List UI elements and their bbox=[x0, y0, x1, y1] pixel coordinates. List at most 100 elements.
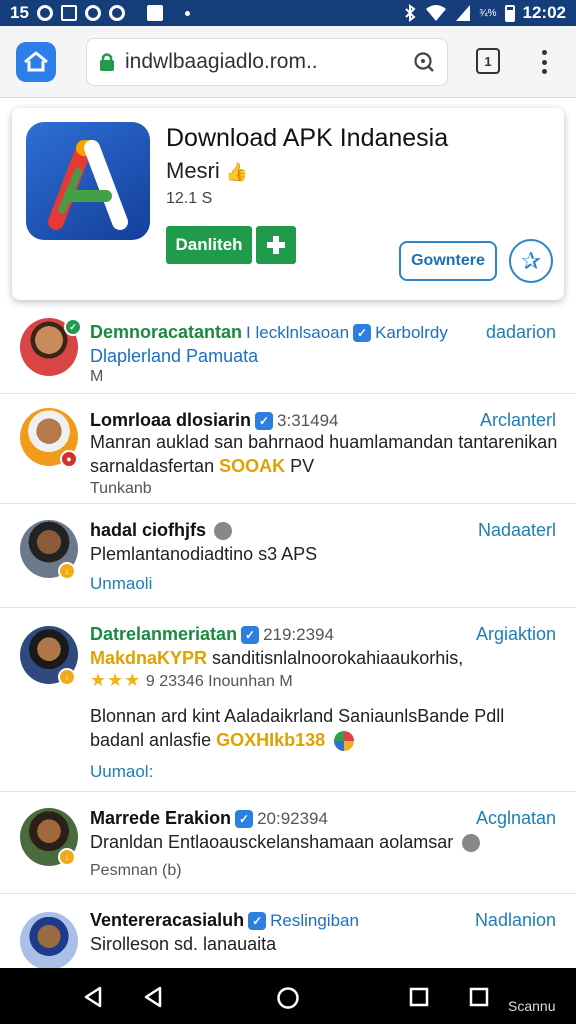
list-item[interactable]: ↓ Datrelanmeriatan ✓ 219:2394 Argiaktion… bbox=[0, 608, 576, 792]
comment-text-2: Blonnan ard kint Aaladaikrland Saniaunls… bbox=[90, 706, 505, 726]
menu-dot-icon bbox=[541, 59, 547, 65]
download-button[interactable]: Danliteh bbox=[166, 226, 252, 264]
badge-icon: ↓ bbox=[58, 668, 76, 686]
comment-highlight: MakdnaKYPR bbox=[90, 648, 208, 668]
comment-text-part: PV bbox=[290, 456, 315, 476]
comment-action[interactable]: Arclanterl bbox=[480, 410, 556, 431]
comment-author[interactable]: hadal ciofhjfs bbox=[90, 520, 206, 541]
battery-percent: ¾% bbox=[479, 7, 497, 19]
comment-highlight: GOXHIkb138 bbox=[216, 730, 326, 750]
thumbs-up-icon: 👍 bbox=[225, 162, 249, 182]
back-icon[interactable] bbox=[142, 986, 164, 1008]
sync-icon bbox=[108, 5, 125, 21]
comment-author[interactable]: Datrelanmeriatan bbox=[90, 624, 237, 645]
plus-icon bbox=[267, 236, 285, 254]
comment-author[interactable]: Marrede Erakion bbox=[90, 808, 231, 829]
comment-text: Dlaplerland Pamuata bbox=[90, 346, 259, 366]
emoji-icon bbox=[334, 731, 355, 752]
comment-text-part: sarnaldasfertan bbox=[90, 456, 215, 476]
comment-text: Plemlantanodiadtino s3 APS bbox=[90, 544, 318, 564]
comment-author[interactable]: Ventereracasialuh bbox=[90, 910, 244, 931]
comment-header: Marrede Erakion ✓ 20:92394 bbox=[90, 808, 328, 829]
status-left-text: 15 bbox=[10, 3, 29, 22]
comment-author[interactable]: Lomrloaa dlosiarin bbox=[90, 410, 251, 431]
comment-feed[interactable]: ✓ Demnoracatantan I lecklnlsaoan ✓ Karbo… bbox=[0, 310, 576, 968]
verified-icon: ✓ bbox=[255, 411, 274, 430]
nav-label: Scannu bbox=[508, 998, 556, 1014]
read-more-link[interactable]: Uumaol: bbox=[90, 762, 153, 782]
comment-meta-secondary: Karbolrdy bbox=[375, 322, 448, 342]
verified-icon: ✓ bbox=[353, 323, 372, 342]
list-item[interactable]: ↓ hadal ciofhjfs Nadaaterl Plemlantanodi… bbox=[0, 504, 576, 608]
notification-icon bbox=[36, 5, 53, 21]
tabs-button[interactable]: 1 bbox=[476, 48, 500, 74]
star-icon: ✰ bbox=[520, 247, 542, 275]
app-size: 12.1 S bbox=[166, 190, 213, 207]
favorite-button[interactable]: ✰ bbox=[509, 239, 553, 283]
url-text[interactable]: indwlbaagiadlo.rom.. bbox=[125, 50, 413, 74]
battery-icon bbox=[504, 4, 515, 22]
square-icon bbox=[146, 5, 163, 21]
rating-text: 9 23346 Inounhan M bbox=[145, 673, 293, 690]
app-title: Download APK Indanesia bbox=[166, 124, 449, 152]
clock: 12:02 bbox=[522, 3, 566, 22]
signal-icon bbox=[456, 5, 471, 21]
overflow-menu-button[interactable] bbox=[534, 46, 554, 78]
home-icon bbox=[24, 51, 48, 72]
gear-icon bbox=[214, 521, 233, 540]
comment-meta: Reslingiban bbox=[270, 910, 359, 930]
live-badge-icon: ● bbox=[60, 450, 78, 468]
share-button[interactable]: Gowntere bbox=[399, 241, 497, 281]
comment-action[interactable]: Acglnatan bbox=[476, 808, 556, 829]
status-bar: 15 ¾% 12:02 bbox=[0, 0, 576, 26]
comment-meta: I lecklnlsaoan bbox=[246, 322, 350, 342]
recents-icon[interactable] bbox=[409, 987, 429, 1007]
home-button[interactable] bbox=[16, 42, 56, 82]
list-item[interactable]: ● Lomrloaa dlosiarin ✓ 3:31494 Arclanter… bbox=[0, 394, 576, 504]
comment-subtext: Tunkanb bbox=[90, 480, 152, 497]
list-item[interactable]: Ventereracasialuh ✓ Reslingiban Nadlanio… bbox=[0, 894, 576, 968]
menu-dot-icon bbox=[541, 69, 547, 74]
badge-icon: ↓ bbox=[58, 562, 76, 580]
comment-header: Demnoracatantan I lecklnlsaoan ✓ Karbolr… bbox=[90, 322, 448, 343]
comment-text-3: badanl anlasfie GOXHIkb138 bbox=[90, 730, 355, 752]
comment-text-part: sanditisnlalnoorokahiaaukorhis, bbox=[212, 648, 464, 668]
app-developer: Mesri 👍 bbox=[166, 158, 248, 184]
back-icon[interactable] bbox=[82, 986, 104, 1008]
bluetooth-icon bbox=[405, 4, 416, 22]
verified-icon: ✓ bbox=[235, 809, 254, 828]
comment-action[interactable]: Nadaaterl bbox=[478, 520, 556, 541]
home-circle-icon[interactable] bbox=[276, 986, 300, 1010]
browser-toolbar: indwlbaagiadlo.rom.. 1 bbox=[0, 26, 576, 98]
avatar[interactable] bbox=[20, 912, 78, 968]
comment-text-part: Dranldan Entlaoausckelanshamaan aolamsar bbox=[90, 832, 454, 852]
comment-header: Ventereracasialuh ✓ Reslingiban bbox=[90, 910, 359, 931]
comment-text: Dranldan Entlaoausckelanshamaan aolamsar bbox=[90, 832, 481, 853]
comment-header: hadal ciofhjfs bbox=[90, 520, 233, 541]
read-more-link[interactable]: Unmaoli bbox=[90, 574, 152, 594]
recents-icon[interactable] bbox=[469, 987, 489, 1007]
wifi-icon bbox=[426, 5, 447, 21]
developer-name: Mesri bbox=[166, 158, 220, 183]
comment-action[interactable]: Argiaktion bbox=[476, 624, 556, 645]
app-logo-icon bbox=[26, 122, 150, 240]
rating-row: ★★★ 9 23346 Inounhan M bbox=[90, 670, 293, 691]
list-item[interactable]: ✓ Demnoracatantan I lecklnlsaoan ✓ Karbo… bbox=[0, 310, 576, 394]
verified-icon: ✓ bbox=[248, 911, 267, 930]
comment-action[interactable]: Nadlanion bbox=[475, 910, 556, 931]
system-nav-bar: Scannu bbox=[0, 968, 576, 1024]
verified-icon: ✓ bbox=[241, 625, 260, 644]
list-item[interactable]: ↓ Marrede Erakion ✓ 20:92394 Acglnatan D… bbox=[0, 792, 576, 894]
add-button[interactable] bbox=[256, 226, 296, 264]
comment-meta: 20:92394 bbox=[257, 808, 328, 828]
menu-dot-icon bbox=[541, 50, 547, 55]
comment-action[interactable]: dadarion bbox=[486, 322, 556, 343]
comment-text: Manran auklad san bahrnaod huamlamandan … bbox=[90, 432, 558, 452]
app-card: Download APK Indanesia Mesri 👍 12.1 S Dan… bbox=[12, 108, 564, 300]
comment-author[interactable]: Demnoracatantan bbox=[90, 322, 242, 343]
record-icon bbox=[84, 5, 101, 21]
url-bar[interactable]: indwlbaagiadlo.rom.. bbox=[86, 38, 448, 86]
comment-meta: 219:2394 bbox=[263, 624, 334, 644]
search-icon[interactable] bbox=[413, 51, 435, 73]
comment-meta: 3:31494 bbox=[277, 410, 339, 430]
